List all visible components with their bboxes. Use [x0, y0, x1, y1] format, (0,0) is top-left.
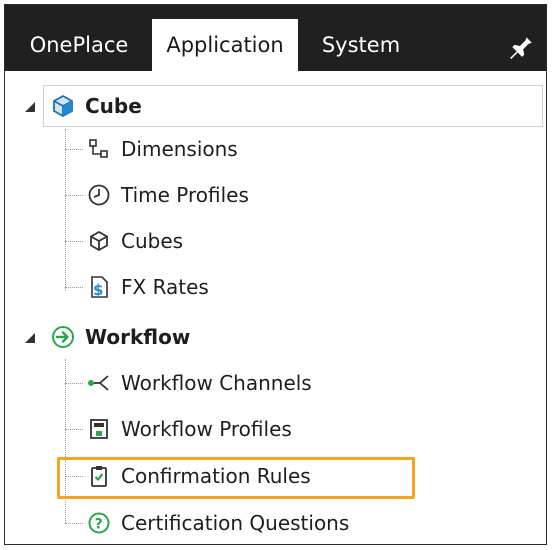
tree-item-label: Cubes — [121, 229, 184, 253]
tree-connector — [65, 149, 83, 150]
tree-connector — [65, 383, 83, 384]
tree-item-label: Certification Questions — [121, 511, 350, 535]
save-profile-icon — [90, 419, 108, 439]
tree-connector — [65, 195, 83, 196]
tree-connector — [65, 287, 83, 288]
tree-item-label: FX Rates — [121, 275, 209, 299]
currency-document-icon: $ — [91, 276, 108, 299]
tree-item-workflow[interactable]: Workflow — [51, 318, 190, 356]
tree-connector — [65, 523, 83, 524]
channel-split-icon — [88, 375, 109, 391]
tree-item-label: Workflow Profiles — [121, 417, 292, 441]
hierarchy-icon — [89, 139, 108, 158]
tree-item-workflow-profiles[interactable]: Workflow Profiles — [87, 410, 292, 448]
question-circle-icon: ? — [88, 512, 110, 534]
pin-icon[interactable] — [508, 33, 534, 59]
tab-bar: OnePlace Application System — [5, 5, 546, 71]
clock-icon — [88, 184, 110, 206]
tree-item-dimensions[interactable]: Dimensions — [87, 130, 238, 168]
tree-item-label: Cube — [85, 94, 142, 118]
workflow-arrow-icon — [52, 326, 74, 348]
tree-connector — [65, 241, 83, 242]
tab-application[interactable]: Application — [152, 19, 298, 71]
tree-item-time-profiles[interactable]: Time Profiles — [87, 176, 249, 214]
tree-item-certification-questions[interactable]: ? Certification Questions — [87, 504, 349, 542]
tree-item-label: Workflow — [85, 325, 191, 349]
tree-item-fx-rates[interactable]: $ FX Rates — [87, 268, 209, 306]
collapse-arrow-icon[interactable] — [23, 100, 37, 114]
svg-text:$: $ — [93, 281, 103, 299]
tree-item-label: Workflow Channels — [121, 371, 312, 395]
tree-item-workflow-channels[interactable]: Workflow Channels — [87, 364, 312, 402]
tab-system[interactable]: System — [311, 19, 411, 71]
navigation-tree: Cube Dimensions Time Profiles Cubes $ FX… — [5, 71, 546, 544]
tab-oneplace[interactable]: OnePlace — [23, 19, 135, 71]
tree-item-cubes[interactable]: Cubes — [87, 222, 183, 260]
application-panel: OnePlace Application System Cube Dimensi… — [4, 4, 547, 545]
tree-item-label: Time Profiles — [121, 183, 249, 207]
svg-text:?: ? — [95, 516, 103, 532]
cube-outline-icon — [90, 230, 108, 252]
tree-connector — [65, 429, 83, 430]
highlight-box — [57, 457, 415, 499]
tree-item-label: Dimensions — [121, 137, 238, 161]
tree-connector — [65, 129, 66, 291]
tree-item-cube[interactable]: Cube — [51, 87, 142, 125]
collapse-arrow-icon[interactable] — [23, 331, 37, 345]
cube-icon — [53, 94, 73, 118]
